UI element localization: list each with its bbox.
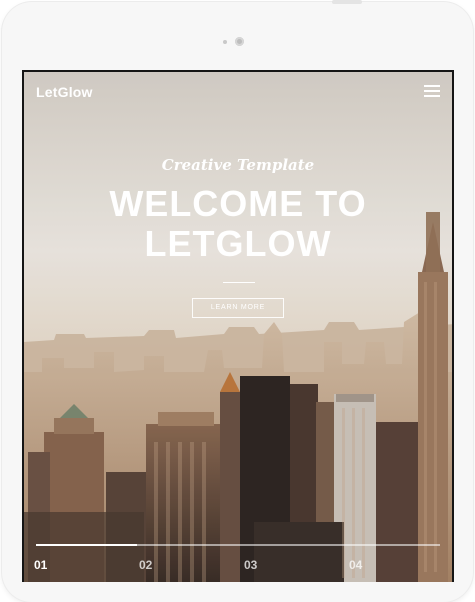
slide-pagination: 01 02 03 04 xyxy=(34,558,452,574)
slide-number-01[interactable]: 01 xyxy=(34,558,47,572)
hero-headline-line2: LETGLOW xyxy=(144,223,332,264)
slider-progress-track[interactable] xyxy=(36,544,440,546)
hero-divider xyxy=(223,282,255,283)
hero-headline-line1: WELCOME TO xyxy=(109,183,367,224)
website-screen: LetGlow Creative Template WELCOME TO LET… xyxy=(22,70,454,582)
hero-tagline: Creative Template xyxy=(161,156,315,174)
slide-number-03[interactable]: 03 xyxy=(244,558,257,572)
tablet-camera-icon xyxy=(235,37,244,46)
tablet-sensor xyxy=(223,40,227,44)
menu-bar-middle xyxy=(424,90,440,92)
learn-more-button[interactable]: LEARN MORE xyxy=(192,298,284,318)
slide-number-02[interactable]: 02 xyxy=(139,558,152,572)
slider-progress-fill xyxy=(36,544,137,546)
hamburger-menu-icon[interactable] xyxy=(424,85,440,97)
menu-bar-top xyxy=(424,85,440,87)
tablet-power-button xyxy=(332,0,362,4)
slide-number-04[interactable]: 04 xyxy=(349,558,362,572)
city-skyline-background xyxy=(24,72,452,582)
brand-logo[interactable]: LetGlow xyxy=(36,84,93,100)
menu-bar-bottom xyxy=(424,95,440,97)
hero-headline: WELCOME TO LETGLOW xyxy=(24,184,452,264)
